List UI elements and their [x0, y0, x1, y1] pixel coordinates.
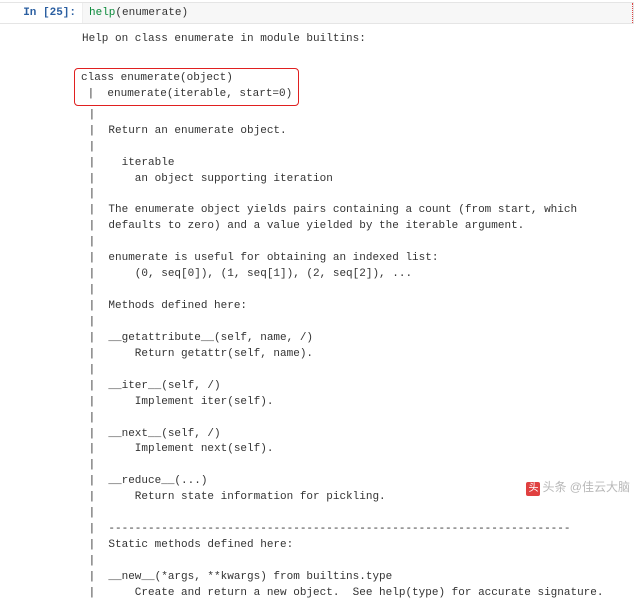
watermark-logo-icon: 头: [526, 482, 540, 496]
argument: enumerate: [122, 7, 181, 19]
signature-highlight: class enumerate(object) | enumerate(iter…: [74, 68, 299, 106]
help-header: Help on class enumerate in module builti…: [82, 33, 366, 45]
call-signature: | enumerate(iterable, start=0): [81, 88, 292, 100]
help-output: Help on class enumerate in module builti…: [82, 32, 640, 602]
code-input[interactable]: help(enumerate): [82, 3, 633, 23]
watermark-text: 头条 @佳云大脑: [542, 480, 630, 494]
close-paren: ): [181, 7, 188, 19]
watermark: 头头条 @佳云大脑: [526, 478, 630, 496]
input-prompt: In [25]:: [0, 3, 82, 23]
function-name: help: [89, 7, 115, 19]
class-signature: class enumerate(object): [81, 72, 233, 84]
code-cell: In [25]: help(enumerate): [0, 2, 634, 24]
help-body: | | Return an enumerate object. | | iter…: [82, 109, 604, 599]
